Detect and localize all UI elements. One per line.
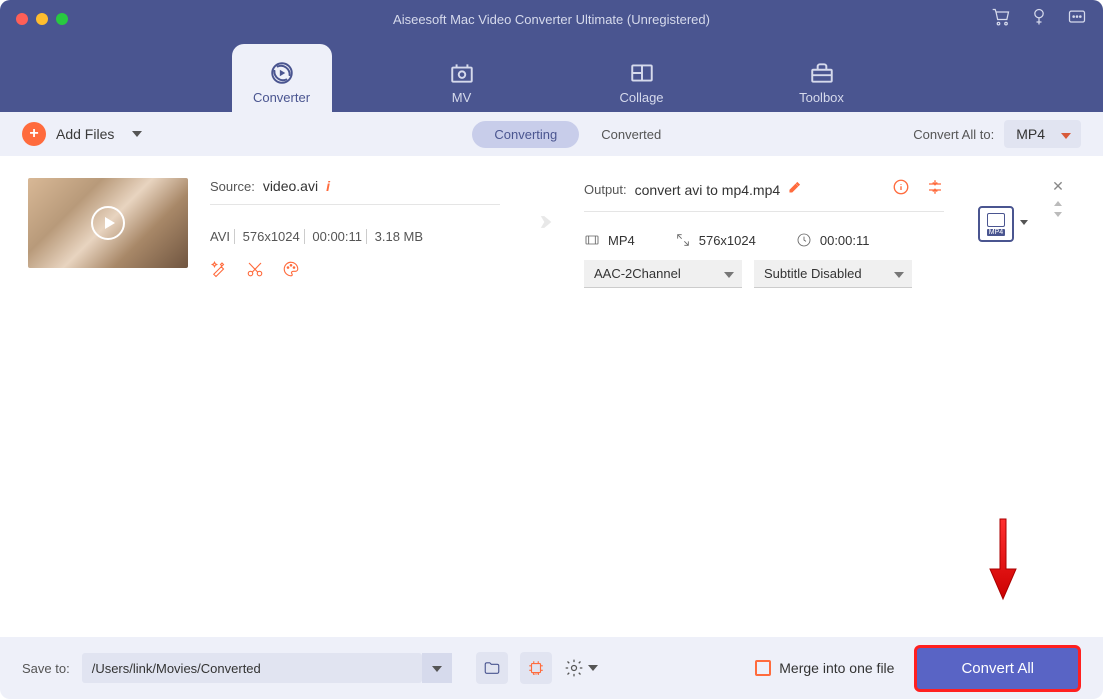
toolbar: + Add Files Converting Converted Convert… xyxy=(0,112,1103,156)
status-segment: Converting Converted xyxy=(472,121,683,148)
move-up-icon[interactable] xyxy=(1054,201,1062,206)
output-resolution: 576x1024 xyxy=(699,233,756,248)
titlebar-actions xyxy=(991,7,1087,32)
cut-icon[interactable] xyxy=(246,260,264,283)
film-icon xyxy=(987,213,1005,227)
compress-icon[interactable] xyxy=(926,178,944,201)
chevron-down-icon xyxy=(432,666,442,672)
add-files-button[interactable]: + Add Files xyxy=(22,122,142,146)
convert-all-to-label: Convert All to: xyxy=(913,127,994,142)
app-title: Aiseesoft Mac Video Converter Ultimate (… xyxy=(393,12,710,27)
tab-converter-label: Converter xyxy=(253,90,310,105)
checkbox-icon xyxy=(755,660,771,676)
media-info-icon[interactable] xyxy=(892,178,910,201)
subtitle-dropdown[interactable]: Subtitle Disabled xyxy=(754,260,912,288)
open-folder-button[interactable] xyxy=(476,652,508,684)
source-label: Source: xyxy=(210,179,255,194)
convert-all-button[interactable]: Convert All xyxy=(914,645,1081,692)
cart-icon[interactable] xyxy=(991,7,1011,32)
maximize-window-icon[interactable] xyxy=(56,13,68,25)
source-column: Source: video.avi i AVI 576x1024 00:00:1… xyxy=(210,178,500,283)
plus-icon: + xyxy=(22,122,46,146)
output-format-cell: MP4 xyxy=(584,232,635,248)
info-icon[interactable]: i xyxy=(326,178,330,194)
arrow-icon xyxy=(522,178,562,236)
tab-converter[interactable]: Converter xyxy=(232,44,332,112)
target-format-dropdown[interactable]: MP4 xyxy=(1004,120,1081,148)
video-thumbnail[interactable] xyxy=(28,178,188,268)
edit-tools xyxy=(210,260,500,283)
chevron-down-icon xyxy=(1020,220,1028,225)
convert-all-to: Convert All to: MP4 xyxy=(913,120,1081,148)
source-meta: AVI 576x1024 00:00:11 3.18 MB xyxy=(210,229,500,244)
audio-dropdown[interactable]: AAC-2Channel xyxy=(584,260,742,288)
main-nav: Converter MV Collage Toolbox xyxy=(0,38,1103,112)
segment-converting[interactable]: Converting xyxy=(472,121,579,148)
source-filename: video.avi xyxy=(263,178,318,194)
save-path-value: /Users/link/Movies/Converted xyxy=(92,661,261,676)
remove-item-icon[interactable]: ✕ xyxy=(1052,178,1064,195)
edit-icon[interactable] xyxy=(788,180,802,199)
output-resolution-cell: 576x1024 xyxy=(675,232,756,248)
svg-text:ON: ON xyxy=(532,671,539,676)
move-down-icon[interactable] xyxy=(1054,212,1062,217)
source-resolution: 576x1024 xyxy=(239,229,305,244)
segment-converted[interactable]: Converted xyxy=(579,121,683,148)
titlebar: Aiseesoft Mac Video Converter Ultimate (… xyxy=(0,0,1103,38)
minimize-window-icon[interactable] xyxy=(36,13,48,25)
settings-button[interactable] xyxy=(564,658,598,678)
add-files-label: Add Files xyxy=(56,126,114,142)
save-path-dropdown[interactable]: /Users/link/Movies/Converted xyxy=(82,653,422,683)
output-duration: 00:00:11 xyxy=(820,233,870,248)
wand-icon[interactable] xyxy=(210,260,228,283)
hardware-accel-button[interactable]: ON xyxy=(520,652,552,684)
output-filename: convert avi to mp4.mp4 xyxy=(635,182,781,198)
feedback-icon[interactable] xyxy=(1067,7,1087,32)
tab-mv[interactable]: MV xyxy=(412,44,512,112)
tab-mv-label: MV xyxy=(452,90,472,105)
chevron-down-icon xyxy=(588,665,598,671)
item-side-controls: ✕ xyxy=(1048,178,1068,217)
merge-checkbox[interactable]: Merge into one file xyxy=(755,660,894,676)
tab-collage-label: Collage xyxy=(619,90,663,105)
tab-toolbox-label: Toolbox xyxy=(799,90,844,105)
key-icon[interactable] xyxy=(1029,7,1049,32)
close-window-icon[interactable] xyxy=(16,13,28,25)
annotation-arrow-icon xyxy=(983,514,1023,609)
output-format: MP4 xyxy=(608,233,635,248)
merge-label: Merge into one file xyxy=(779,660,894,676)
output-label: Output: xyxy=(584,182,627,197)
output-duration-cell: 00:00:11 xyxy=(796,232,870,248)
window-controls xyxy=(16,13,68,25)
save-to-label: Save to: xyxy=(22,661,70,676)
bottom-bar: Save to: /Users/link/Movies/Converted ON… xyxy=(0,637,1103,699)
source-size: 3.18 MB xyxy=(371,229,427,244)
format-tag: MP4 xyxy=(987,229,1005,236)
source-duration: 00:00:11 xyxy=(308,229,367,244)
output-column: Output: convert avi to mp4.mp4 MP4 576x1… xyxy=(584,178,944,288)
tab-toolbox[interactable]: Toolbox xyxy=(772,44,872,112)
format-selector[interactable]: MP4 xyxy=(966,178,1026,242)
source-format: AVI xyxy=(210,229,235,244)
file-item: Source: video.avi i AVI 576x1024 00:00:1… xyxy=(0,156,1103,310)
tab-collage[interactable]: Collage xyxy=(592,44,692,112)
palette-icon[interactable] xyxy=(282,260,300,283)
add-files-dropdown-icon[interactable] xyxy=(132,131,142,137)
play-icon xyxy=(91,206,125,240)
